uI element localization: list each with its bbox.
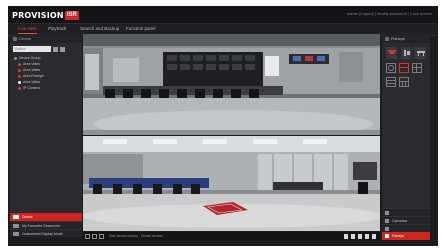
split-4-icon[interactable] (92, 233, 97, 239)
filter-icon[interactable] (60, 46, 65, 52)
table-mount-button[interactable] (415, 47, 427, 59)
split-line-icon (413, 67, 421, 68)
toolbar-actions (344, 233, 380, 239)
device-panel-header: Device (10, 34, 82, 43)
device-tree: Device Group Area Video Area Video Area … (10, 55, 82, 91)
fisheye-panel-title: Fisheye (391, 36, 406, 41)
close-all-icon[interactable] (372, 233, 376, 239)
video-view-top[interactable] (83, 34, 380, 135)
stream-status: Main stream window - Stream window (109, 234, 163, 238)
panorama-frame-top (83, 34, 380, 135)
camera-offline-icon (18, 74, 21, 78)
group-icon (14, 56, 17, 60)
ceiling-mount-button[interactable] (386, 47, 397, 59)
search-icon[interactable] (53, 46, 58, 52)
tree-item-label: Area Video (23, 80, 41, 84)
display-mode-icon (13, 231, 19, 236)
camera-offline-icon (18, 86, 21, 90)
split-line-icon (387, 80, 395, 81)
menu-label: Fisheye (392, 234, 405, 238)
title-bar: PROVISION ISR admin (Logout) | Modify pa… (8, 6, 438, 24)
menu-device[interactable]: Device (10, 213, 82, 221)
video-view-bottom[interactable] (83, 136, 380, 231)
fisheye-panel-header: Fisheye (382, 34, 430, 43)
fullscreen-icon[interactable] (99, 233, 104, 239)
ceiling-mount-icon (388, 50, 396, 54)
logo-badge: ISR (64, 10, 79, 20)
tree-item-label: Device Group (19, 56, 41, 60)
tab-function-panel[interactable]: Function panel (126, 26, 156, 33)
device-icon (13, 215, 19, 219)
device-search-input[interactable] (13, 46, 51, 52)
table-mount-icon (417, 51, 426, 56)
display-mode-row (382, 59, 430, 73)
collapse-icon[interactable] (385, 36, 389, 41)
panorama-frame-bottom (83, 136, 380, 231)
menu-label: Customized Display Mode (22, 231, 63, 236)
tab-playback[interactable]: Playback (48, 26, 66, 33)
device-panel-title: Device (19, 36, 32, 41)
split-line-icon (400, 67, 408, 68)
left-bottom-menu: Device My Favourite Resources Customized… (10, 213, 82, 237)
talk-icon[interactable] (365, 233, 369, 239)
circle-icon (388, 65, 394, 71)
tab-live-view[interactable]: Live view (18, 26, 37, 34)
split-line-icon (387, 83, 395, 84)
mode-panorama-button[interactable] (386, 77, 396, 87)
audio-icon[interactable] (358, 233, 362, 239)
camera-online-icon (18, 80, 21, 84)
fisheye-panel: Fisheye Operation Fisheye (382, 34, 430, 240)
star-icon (13, 223, 19, 228)
tree-item-label: Area Video (23, 62, 41, 66)
menu-label: Device (22, 215, 33, 219)
camera-offline-icon (18, 68, 21, 72)
menu-fisheye[interactable]: Fisheye (382, 232, 430, 240)
user-info-links[interactable]: admin (Logout) | Modify password | Lock … (347, 11, 432, 16)
mode-original-button[interactable] (386, 63, 396, 73)
menu-display-mode[interactable]: Customized Display Mode (10, 229, 82, 237)
camera-offline-icon (18, 62, 21, 66)
menu-label: My Favourite Resources (22, 223, 60, 228)
mount-mode-row (382, 43, 430, 59)
mode-dual-panorama-button[interactable] (399, 63, 409, 73)
device-panel: Device Device Group Area Video Area Vide… (10, 34, 82, 237)
wall-mount-button[interactable] (400, 47, 412, 59)
operation-icon (385, 218, 389, 223)
menu-operation[interactable]: Operation (382, 216, 430, 224)
wall-mount-icon (403, 50, 410, 56)
tree-item-camera[interactable]: IP Camera (14, 85, 82, 91)
menu-label: Operation (392, 218, 408, 223)
device-search-row (10, 43, 82, 55)
tree-item-label: Area Video (23, 68, 41, 72)
fisheye-icon (385, 234, 389, 238)
split-line-icon (416, 64, 417, 72)
ptz-icon (385, 210, 389, 215)
snapshot-icon[interactable] (351, 233, 355, 239)
menu-image[interactable] (382, 224, 430, 232)
record-icon[interactable] (344, 233, 348, 239)
split-1-icon[interactable] (85, 233, 90, 239)
menu-ptz[interactable] (382, 208, 430, 216)
mode-multi-button[interactable] (399, 77, 409, 87)
split-line-icon (402, 81, 403, 86)
brand-logo: PROVISION ISR (12, 10, 79, 20)
video-toolbar: Main stream window - Stream window (83, 232, 380, 240)
collapse-icon[interactable] (13, 36, 17, 41)
right-bottom-menu: Operation Fisheye (382, 208, 430, 240)
logo-text: PROVISION (12, 10, 64, 20)
tree-item-label: Area Fisheye (23, 74, 44, 78)
split-line-icon (405, 81, 406, 86)
display-mode-row-2 (382, 73, 430, 87)
menu-favourites[interactable]: My Favourite Resources (10, 221, 82, 229)
tree-item-label: IP Camera (23, 86, 40, 90)
image-icon (385, 226, 389, 231)
mode-quad-button[interactable] (412, 63, 422, 73)
tab-search-backup[interactable]: Search and Backup (80, 26, 119, 33)
